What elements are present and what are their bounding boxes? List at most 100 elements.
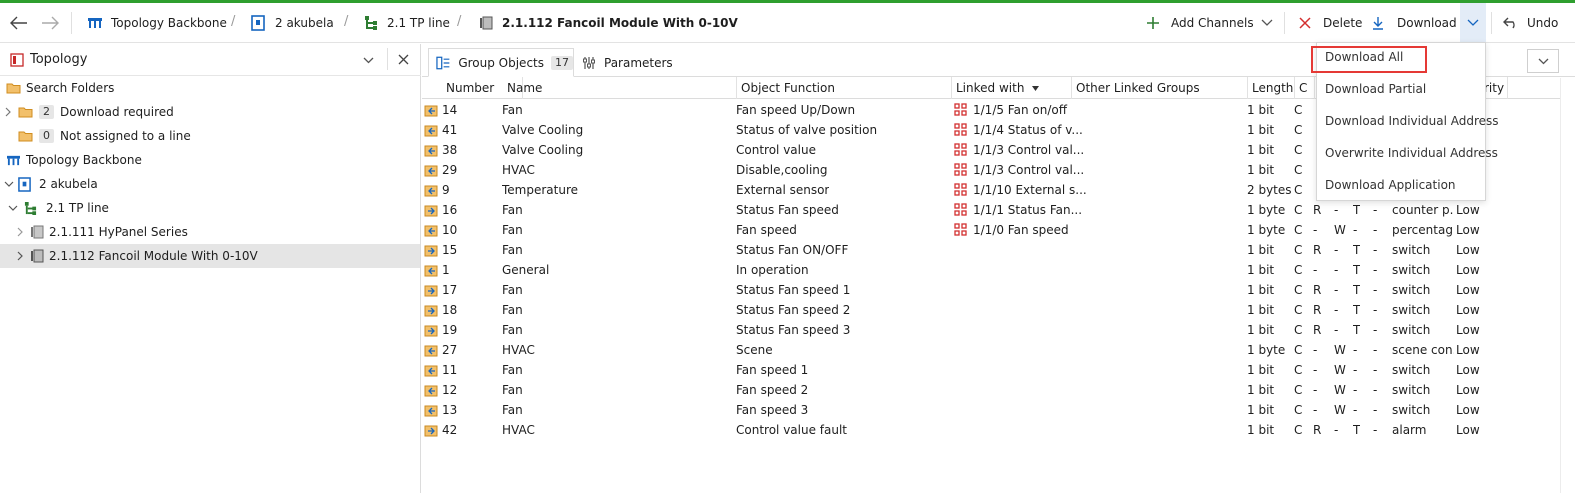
delete-label: Delete (1323, 16, 1363, 30)
table-row[interactable]: 1 General In operation 1 bit C - - T - switch Low (422, 260, 1562, 280)
delete-button[interactable]: Delete (1299, 3, 1362, 43)
cell-length: 1 bit (1247, 303, 1275, 317)
tree-item-area[interactable]: 2 akubela (4, 172, 98, 196)
tree-item-download-required[interactable]: 2 Download required (4, 100, 174, 124)
column-header-name[interactable]: Name (503, 77, 737, 99)
count-badge: 0 (39, 129, 54, 143)
arrow-left-icon (10, 16, 27, 30)
breadcrumb-topology-backbone[interactable]: Topology Backbone (87, 3, 227, 43)
cell-r: - (1313, 263, 1318, 277)
chevron-down-icon (1467, 19, 1479, 26)
folder-icon (18, 131, 33, 142)
cell-linked: 1/1/3 Control val... (973, 143, 1085, 157)
chevron-down-icon[interactable] (363, 57, 374, 64)
vertical-scrollbar[interactable] (1560, 78, 1575, 493)
table-row[interactable]: 11 Fan Fan speed 11 bit C - W - - switch Low (422, 360, 1562, 380)
menu-item-download-application[interactable]: Download Application (1325, 175, 1456, 195)
column-header-linked-with[interactable]: Linked with (952, 77, 1072, 99)
cell-name: HVAC (502, 423, 535, 437)
table-row[interactable]: 18 Fan Status Fan speed 21 bit C R - T - switch L… (422, 300, 1562, 320)
menu-item-download-partial[interactable]: Download Partial (1325, 79, 1426, 99)
cell-length: 1 bit (1247, 243, 1275, 257)
table-row[interactable]: 27HVACScene1 byteC-W--scene con...Low (422, 340, 1562, 360)
cell-length: 1 bit (1247, 143, 1275, 157)
cell-u: - (1373, 403, 1378, 417)
filter-dropdown[interactable] (1527, 49, 1559, 73)
add-channels-dropdown[interactable] (1261, 3, 1273, 43)
cell-linked: 1/1/3 Control val... (973, 163, 1085, 177)
undo-button[interactable]: Undo (1503, 3, 1558, 43)
close-icon[interactable] (398, 54, 409, 65)
tree-item-topology-backbone[interactable]: Topology Backbone (6, 148, 142, 172)
arrow-right-icon (42, 16, 59, 30)
menu-item-overwrite-individual-address[interactable]: Overwrite Individual Address (1325, 143, 1498, 163)
chevron-right-icon[interactable] (4, 107, 12, 117)
tree-item-not-assigned[interactable]: 0 Not assigned to a line (18, 124, 191, 148)
breadcrumb-label: Topology Backbone (111, 16, 227, 30)
topology-panel: Topology Search Folders 2 Download requi… (0, 44, 421, 493)
breadcrumb-line[interactable]: 2.1 TP line (364, 3, 450, 43)
table-row[interactable]: 13 Fan Fan speed 31 bit C - W - - switch Low (422, 400, 1562, 420)
add-channels-button[interactable]: Add Channels (1146, 3, 1254, 43)
cell-w: W (1334, 383, 1346, 397)
column-header-extra[interactable] (1507, 77, 1562, 99)
cell-w: - (1334, 283, 1339, 297)
topology-panel-title: Topology (30, 52, 88, 67)
cell-linked: 1/1/5 Fan on/off (973, 103, 1067, 117)
tab-parameters[interactable]: Parameters (582, 48, 673, 77)
cell-r: - (1313, 223, 1318, 237)
cell-w: W (1334, 223, 1346, 237)
cell-prio: Low (1456, 423, 1480, 437)
breadcrumb-area[interactable]: 2 akubela (251, 3, 334, 43)
column-header-other-linked-groups[interactable]: Other Linked Groups (1072, 77, 1248, 99)
forward-button[interactable] (41, 3, 59, 43)
download-label: Download (1397, 16, 1457, 30)
download-button[interactable]: Download (1372, 3, 1457, 43)
add-channels-label: Add Channels (1171, 16, 1254, 30)
tree-item-device-hypanel[interactable]: 2.1.111 HyPanel Series (16, 220, 188, 244)
cell-func: Disable,cooling (736, 163, 828, 177)
table-row[interactable]: 19 Fan Status Fan speed 31 bit C R - T - switch L… (422, 320, 1562, 340)
table-row[interactable]: 17 Fan Status Fan speed 11 bit C R - T - switch L… (422, 280, 1562, 300)
object-output-icon (424, 325, 438, 337)
back-button[interactable] (10, 3, 28, 43)
cell-c: C (1294, 383, 1303, 397)
cell-dpt: switch (1392, 323, 1431, 337)
menu-item-download-individual-address[interactable]: Download Individual Address (1325, 111, 1499, 131)
chevron-right-icon[interactable] (16, 227, 24, 237)
table-row[interactable]: 10 Fan Fan speed 1/1/0 Fan speed 1 byte C - W - -… (422, 220, 1562, 240)
cell-w: - (1334, 423, 1339, 437)
chevron-down-icon[interactable] (4, 180, 14, 188)
tree-item-line[interactable]: 2.1 TP line (8, 196, 109, 220)
chevron-right-icon[interactable] (16, 251, 24, 261)
count-badge: 17 (551, 55, 573, 70)
cell-num: 1 (442, 263, 450, 277)
cell-num: 10 (442, 223, 458, 237)
highlight-box (1311, 46, 1427, 73)
cell-dpt: scene con... (1392, 343, 1454, 357)
tab-group-objects[interactable]: Group Objects 17 (428, 48, 574, 77)
breadcrumb-device[interactable]: 2.1.112 Fancoil Module With 0-10V (479, 3, 738, 43)
tree-item-search-folders[interactable]: Search Folders (6, 76, 114, 100)
line-icon (24, 201, 37, 215)
column-header-length[interactable]: Length (1248, 77, 1295, 99)
table-row[interactable]: 16 Fan Status Fan speed 1/1/1 Status Fan...… (422, 200, 1562, 220)
folder-icon (18, 107, 33, 118)
chevron-down-icon[interactable] (8, 204, 18, 212)
column-header-c[interactable]: C (1295, 77, 1315, 99)
cell-length: 1 bit (1247, 383, 1275, 397)
column-header-object-function[interactable]: Object Function (737, 77, 952, 99)
cell-name: General (502, 263, 550, 277)
device-icon (31, 249, 44, 263)
download-dropdown-button[interactable] (1460, 3, 1486, 43)
tree-item-device-fancoil-selected[interactable]: 2.1.112 Fancoil Module With 0-10V (0, 244, 420, 268)
cell-w: - (1334, 263, 1339, 277)
cell-prio: Low (1456, 363, 1480, 377)
table-row[interactable]: 15 Fan Status Fan ON/OFF 1 bit C R - T - switch Lo… (422, 240, 1562, 260)
group-objects-icon (436, 56, 450, 69)
table-row[interactable]: 12 Fan Fan speed 21 bit C - W - - switch Low (422, 380, 1562, 400)
cell-name: HVAC (502, 163, 535, 177)
cell-r: R (1313, 323, 1322, 337)
table-row[interactable]: 42 HVAC Control value fault 1 bit C R - T - alarm… (422, 420, 1562, 440)
cell-func: Status Fan ON/OFF (736, 243, 849, 257)
